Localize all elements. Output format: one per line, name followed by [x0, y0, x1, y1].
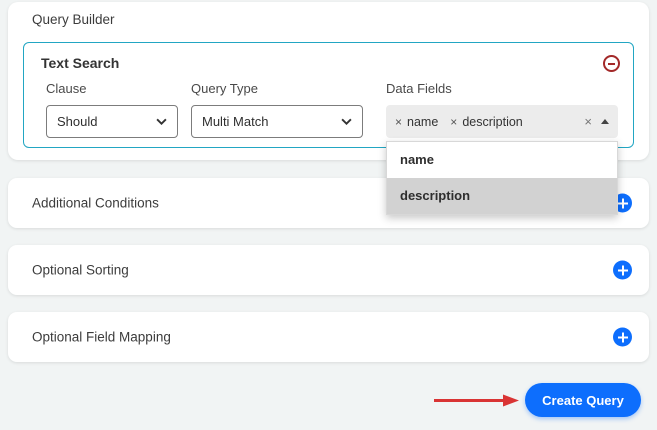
- data-fields-label: Data Fields: [386, 81, 618, 96]
- chevron-down-icon: [156, 118, 167, 125]
- query-type-field: Query Type Multi Match: [191, 81, 363, 138]
- selected-tag-name: × name: [395, 115, 438, 129]
- section-label: Optional Field Mapping: [32, 330, 171, 345]
- remove-tag-icon[interactable]: ×: [450, 116, 457, 128]
- plus-circle-icon: [613, 328, 632, 347]
- chevron-down-icon: [341, 118, 352, 125]
- query-builder-page: Query Builder Text Search Clause Should …: [0, 0, 657, 430]
- caret-up-icon[interactable]: [601, 119, 609, 124]
- dropdown-option-name[interactable]: name: [387, 142, 617, 178]
- selected-tag-description: × description: [450, 115, 522, 129]
- query-type-select-value: Multi Match: [202, 114, 268, 129]
- add-field-mapping-button[interactable]: [613, 328, 632, 347]
- clear-all-icon[interactable]: ×: [584, 115, 592, 128]
- query-builder-card: Query Builder Text Search Clause Should …: [8, 2, 649, 160]
- section-optional-field-mapping: Optional Field Mapping: [8, 312, 649, 362]
- dropdown-option-description[interactable]: description: [387, 178, 617, 214]
- clause-select[interactable]: Should: [46, 105, 178, 138]
- tag-label: description: [462, 115, 522, 129]
- clause-select-value: Should: [57, 114, 97, 129]
- section-label: Additional Conditions: [32, 196, 159, 211]
- data-fields-dropdown: name description: [386, 141, 618, 215]
- remove-text-search-button[interactable]: [603, 55, 620, 72]
- data-fields-select[interactable]: × name × description ×: [386, 105, 618, 138]
- text-search-panel: Text Search Clause Should Query Type Mul…: [23, 42, 634, 148]
- remove-tag-icon[interactable]: ×: [395, 116, 402, 128]
- clause-label: Clause: [46, 81, 178, 96]
- page-title: Query Builder: [32, 12, 115, 27]
- annotation-arrow-icon: [433, 393, 521, 408]
- section-optional-sorting: Optional Sorting: [8, 245, 649, 295]
- tag-label: name: [407, 115, 438, 129]
- data-fields-field: Data Fields × name × description × nam: [386, 81, 618, 138]
- plus-circle-icon: [613, 261, 632, 280]
- clause-field: Clause Should: [46, 81, 178, 138]
- query-type-select[interactable]: Multi Match: [191, 105, 363, 138]
- minus-circle-icon: [603, 55, 620, 72]
- add-sorting-button[interactable]: [613, 261, 632, 280]
- section-label: Optional Sorting: [32, 263, 129, 278]
- text-search-title: Text Search: [41, 55, 119, 71]
- create-query-button[interactable]: Create Query: [525, 383, 641, 417]
- query-type-label: Query Type: [191, 81, 363, 96]
